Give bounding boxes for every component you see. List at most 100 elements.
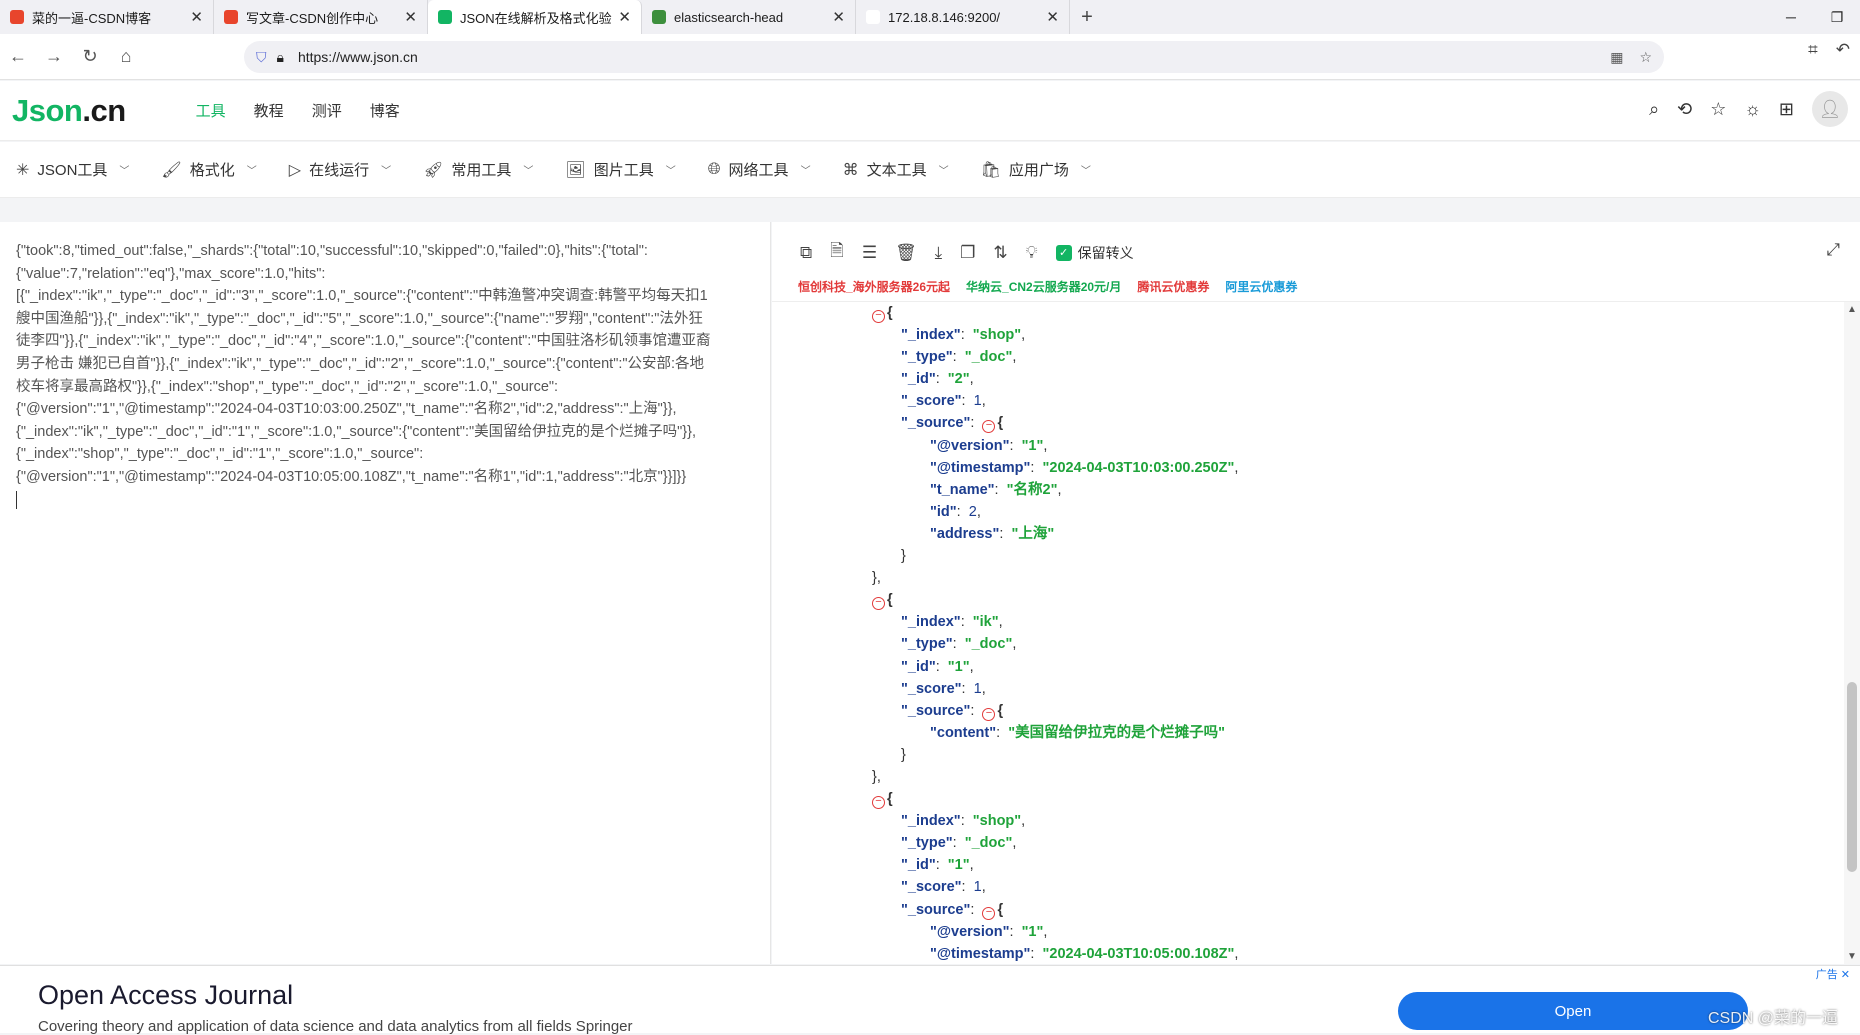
ad-close-tag[interactable]: 广告 ✕ — [1816, 966, 1850, 982]
apps-grid-icon[interactable]: ⊞ — [1779, 99, 1794, 120]
browser-tab[interactable]: 172.18.8.146:9200/ ✕ — [856, 0, 1070, 34]
scroll-up-arrow-icon[interactable]: ▲ — [1847, 304, 1857, 315]
menu-json-tools[interactable]: ✳ JSON工具 ﹀ — [16, 159, 129, 180]
json-string-value: "名称2" — [1006, 481, 1058, 498]
collapse-toggle-icon[interactable]: − — [982, 707, 996, 721]
chevron-down-icon: ﹀ — [1080, 166, 1091, 177]
promo-link[interactable]: 腾讯云优惠券 — [1137, 278, 1209, 295]
home-icon[interactable]: ⌂ — [108, 39, 144, 75]
brace: }, — [872, 570, 881, 587]
layers-icon[interactable]: ⧉ — [800, 243, 812, 263]
header-actions: ⌕ ⟲ ☆ ☼ ⊞ 👤︎ — [1649, 91, 1848, 127]
download-file-icon[interactable]: ⤓ — [935, 243, 943, 263]
ad-title[interactable]: Open Access Journal — [38, 980, 293, 1011]
close-tab-icon[interactable]: ✕ — [1046, 8, 1059, 26]
theme-sun-icon[interactable]: ☼ — [1744, 99, 1761, 120]
vertical-scrollbar[interactable]: ▲ ▼ — [1844, 302, 1860, 964]
tree-line: "_index": "shop", — [901, 813, 1026, 830]
collapse-toggle-icon[interactable]: − — [982, 420, 996, 434]
browser-tab[interactable]: elasticsearch-head ✕ — [642, 0, 856, 34]
promo-link[interactable]: 华纳云_CN2云服务器20元/月 — [966, 278, 1121, 295]
close-tab-icon[interactable]: ✕ — [618, 8, 631, 26]
qr-code-icon[interactable]: ▦ — [1610, 49, 1623, 66]
checkbox-checked-icon: ✓ — [1055, 244, 1072, 261]
tree-line: } — [772, 545, 1844, 567]
json-key: "_score" — [901, 393, 962, 410]
menu-image-tools[interactable]: 🖼︎ 图片工具 ﹀ — [565, 159, 675, 180]
json-number-value: 1 — [973, 393, 982, 410]
nav-tutorials[interactable]: 教程 — [254, 100, 284, 121]
new-tab-button[interactable]: + — [1070, 0, 1104, 34]
close-tab-icon[interactable]: ✕ — [404, 8, 417, 26]
tree-line: }, — [772, 567, 1844, 589]
browser-tab[interactable]: 菜的一逼-CSDN博客 ✕ — [0, 0, 214, 34]
excel-export-icon[interactable]: 🗎︎ — [830, 238, 844, 267]
promo-link[interactable]: 阿里云优惠券 — [1225, 278, 1297, 295]
scroll-down-arrow-icon[interactable]: ▼ — [1847, 951, 1857, 962]
history-icon[interactable]: ⟲ — [1677, 99, 1692, 120]
collapse-toggle-icon[interactable]: − — [872, 597, 885, 611]
ordered-list-icon[interactable]: ☰ — [862, 243, 877, 263]
site-header: Json.cn 工具 教程 测评 博客 ⌕ ⟲ ☆ ☼ ⊞ 👤︎ — [0, 81, 1860, 141]
json-key: "@version" — [930, 437, 1010, 454]
nav-blog[interactable]: 博客 — [370, 100, 400, 121]
menu-run-online[interactable]: ▷ 在线运行 ﹀ — [289, 159, 391, 180]
json-string-value: "1" — [1021, 923, 1044, 940]
json-key: "_type" — [901, 835, 953, 852]
compress-icon[interactable]: ⇅ — [993, 243, 1007, 263]
copy-icon[interactable]: ❐ — [960, 243, 975, 263]
reload-icon[interactable]: ↻ — [72, 39, 108, 75]
trash-icon[interactable]: 🗑︎ — [895, 243, 917, 263]
app-bag-icon: 🛍︎ — [980, 161, 1001, 179]
screenshot-crop-icon[interactable]: ⌗ — [1808, 40, 1818, 60]
restore-icon[interactable]: ❐ — [1814, 0, 1860, 34]
menu-format[interactable]: 🖌︎ 格式化 ﹀ — [161, 159, 256, 180]
url-text: https://www.json.cn — [297, 49, 418, 65]
menu-app-plaza[interactable]: 🛍︎ 应用广场 ﹀ — [981, 159, 1091, 180]
raw-json-text: {"took":8,"timed_out":false,"_shards":{"… — [0, 222, 770, 527]
nav-tools[interactable]: 工具 — [196, 100, 226, 121]
search-icon[interactable]: ⌕ — [1649, 99, 1659, 120]
collapse-toggle-icon[interactable]: − — [982, 906, 996, 920]
keep-escape-checkbox[interactable]: ✓ 保留转义 — [1055, 243, 1134, 263]
tree-line: "_index": "ik", — [901, 614, 1003, 631]
json-key: "id" — [930, 503, 957, 520]
favorite-star-icon[interactable]: ☆ — [1710, 99, 1726, 120]
site-logo[interactable]: Json.cn — [12, 93, 126, 129]
menu-network-tools[interactable]: 🌐︎ 网络工具 ﹀ — [708, 159, 811, 180]
json-input-editor[interactable]: {"took":8,"timed_out":false,"_shards":{"… — [0, 222, 771, 964]
browser-tab-active[interactable]: JSON在线解析及格式化验证 - J ✕ — [428, 0, 642, 34]
json-string-value: "美国留给伊拉克的是个烂摊子吗" — [1008, 724, 1225, 741]
promo-link[interactable]: 恒创科技_海外服务器26元起 — [798, 278, 950, 295]
avatar[interactable]: 👤︎ — [1812, 91, 1848, 127]
json-key: "_type" — [901, 349, 953, 366]
chevron-down-icon: ﹀ — [523, 166, 534, 177]
ad-open-button[interactable]: Open — [1398, 992, 1748, 1030]
fullscreen-icon[interactable]: ⤢ — [1826, 240, 1840, 260]
close-tab-icon[interactable]: ✕ — [190, 8, 203, 26]
json-string-value: "_doc" — [964, 349, 1013, 366]
close-tab-icon[interactable]: ✕ — [832, 8, 845, 26]
bookmark-star-icon[interactable]: ☆ — [1639, 49, 1652, 66]
nav-reviews[interactable]: 测评 — [312, 100, 342, 121]
browser-tab[interactable]: 写文章-CSDN创作中心 ✕ — [214, 0, 428, 34]
json-key: "_index" — [901, 614, 961, 631]
minimize-icon[interactable]: ─ — [1768, 0, 1814, 34]
bulb-icon[interactable]: 💡︎ — [1026, 243, 1038, 263]
menu-text-tools[interactable]: ⌘ 文本工具 ﹀ — [843, 159, 949, 180]
collapse-toggle-icon[interactable]: − — [872, 310, 885, 323]
undo-icon[interactable]: ↶ — [1836, 40, 1850, 60]
url-field[interactable]: ⛉ 🔒︎ https://www.json.cn ▦ ☆ — [244, 41, 1664, 73]
csdn-favicon-icon — [10, 10, 24, 24]
json-key: "_source" — [901, 415, 971, 432]
blank-favicon-icon — [866, 10, 880, 24]
collapse-toggle-icon[interactable]: − — [872, 796, 885, 810]
address-bar: ← → ↻ ⌂ ⛉ 🔒︎ https://www.json.cn ▦ ☆ ⌗ ↶ — [0, 34, 1860, 80]
csdn-favicon-icon — [224, 10, 238, 24]
menu-common-tools[interactable]: 🚀︎ 常用工具 ﹀ — [423, 159, 533, 180]
forward-arrow-icon[interactable]: → — [36, 39, 72, 75]
back-arrow-icon[interactable]: ← — [0, 39, 36, 75]
brace: } — [901, 548, 906, 565]
scrollbar-thumb[interactable] — [1847, 682, 1857, 872]
tab-title: elasticsearch-head — [674, 9, 784, 25]
